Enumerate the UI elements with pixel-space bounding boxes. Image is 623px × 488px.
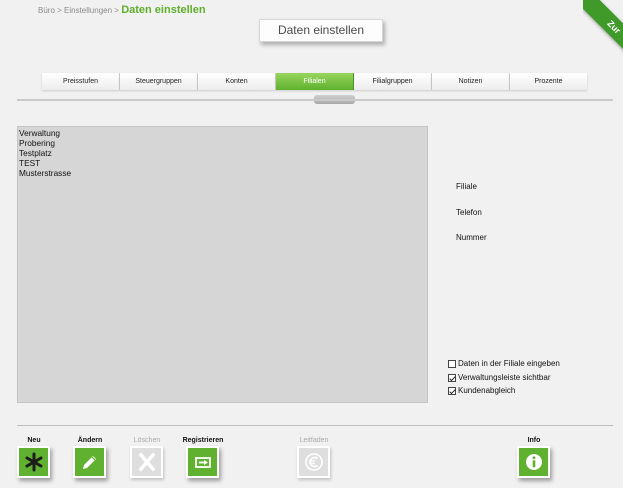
register-label: Registrieren	[182, 437, 224, 444]
tab-steuergruppen[interactable]: Steuergruppen	[120, 73, 198, 90]
register-tool: Registrieren	[178, 436, 228, 478]
option-daten-in-filiale[interactable]: Daten in der Filiale eingeben	[448, 359, 560, 368]
tab-bar: Preisstufen Steuergruppen Konten Filiale…	[42, 73, 587, 90]
verwaltungsleiste-label: Verwaltungsleiste sichtbar	[458, 373, 551, 382]
tab-prozente[interactable]: Prozente	[510, 73, 587, 90]
tab-notizen[interactable]: Notizen	[432, 73, 510, 90]
x-icon	[138, 452, 155, 472]
footer-divider	[17, 425, 613, 426]
edit-label: Ändern	[77, 437, 103, 444]
list-item[interactable]: Probering	[19, 138, 426, 148]
register-icon	[194, 457, 211, 468]
header-divider	[17, 99, 613, 101]
pencil-icon	[82, 456, 96, 469]
list-item[interactable]: TEST	[19, 158, 426, 168]
list-item[interactable]: Verwaltung	[19, 128, 426, 138]
nummer-label: Nummer	[456, 233, 487, 242]
filiale-label: Filiale	[456, 182, 477, 191]
telefon-label: Telefon	[456, 208, 482, 217]
option-verwaltungsleiste[interactable]: Verwaltungsleiste sichtbar	[448, 373, 551, 382]
daten-in-filiale-label: Daten in der Filiale eingeben	[458, 359, 560, 368]
list-item[interactable]: Musterstrasse	[19, 168, 426, 178]
tab-preisstufen[interactable]: Preisstufen	[42, 73, 120, 90]
verwaltungsleiste-checkbox[interactable]	[448, 373, 456, 382]
branch-list[interactable]: Verwaltung Probering Testplatz TEST Must…	[17, 126, 428, 403]
guide-label: Leitfaden	[299, 437, 329, 444]
guide-tool: Leitfaden	[294, 436, 334, 478]
register-button[interactable]	[186, 446, 219, 478]
info-icon	[525, 454, 542, 470]
kundenabgleich-checkbox[interactable]	[448, 386, 456, 395]
tab-filialgruppen[interactable]: Filialgruppen	[354, 73, 432, 90]
option-kundenabgleich[interactable]: Kundenabgleich	[448, 386, 515, 395]
new-button[interactable]	[17, 446, 50, 478]
page-title: Daten einstellen	[259, 19, 383, 42]
daten-in-filiale-checkbox[interactable]	[448, 359, 456, 368]
kundenabgleich-label: Kundenabgleich	[458, 386, 516, 395]
list-item[interactable]: Testplatz	[19, 148, 426, 158]
breadcrumb: Büro > Einstellungen > Daten einstellen	[38, 4, 206, 16]
tab-konten[interactable]: Konten	[198, 73, 276, 90]
info-button[interactable]	[517, 446, 550, 478]
info-label: Info	[527, 437, 541, 444]
euro-icon	[304, 453, 323, 471]
edit-tool: Ändern	[72, 436, 108, 478]
asterisk-icon	[25, 452, 42, 472]
info-tool: Info	[516, 436, 552, 478]
delete-tool: Löschen	[129, 436, 165, 478]
corner-ribbon[interactable]: Zur	[583, 0, 623, 60]
tab-filialen[interactable]: Filialen	[276, 73, 354, 90]
new-tool: Neu	[16, 436, 52, 478]
edit-button[interactable]	[73, 446, 106, 478]
delete-button[interactable]	[130, 446, 163, 478]
new-label: Neu	[27, 437, 41, 444]
breadcrumb-current: Daten einstellen	[121, 4, 206, 16]
guide-button[interactable]	[297, 446, 330, 478]
delete-label: Löschen	[133, 437, 161, 444]
breadcrumb-trail[interactable]: Büro > Einstellungen >	[38, 6, 119, 15]
corner-ribbon-label[interactable]: Zur	[583, 0, 623, 60]
